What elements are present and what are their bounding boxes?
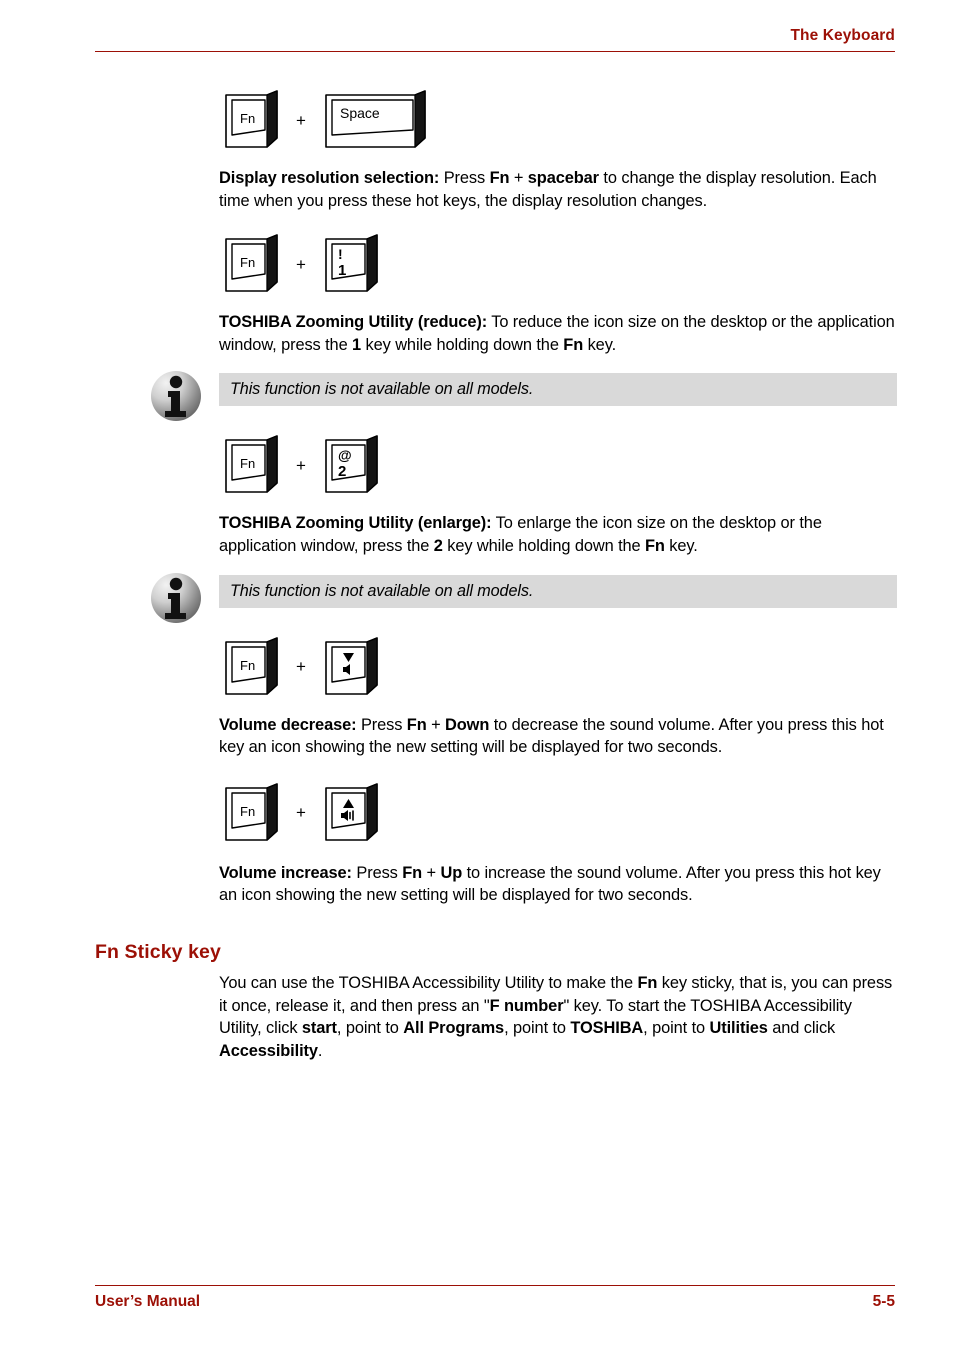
footer-page-number: 5-5 [872,1293,895,1310]
plus-separator: + [296,803,306,823]
svg-text:Fn: Fn [240,111,255,126]
key-fn-icon: Fn [225,435,278,494]
key-combo-zooming-reduce: Fn + ! 1 [95,228,895,302]
svg-text:!: ! [338,246,343,262]
key-volume-up-icon [325,782,378,841]
note-text: This function is not available on all mo… [230,380,534,399]
key-fn-icon: Fn [225,782,278,841]
key-fn-icon: Fn [225,234,278,292]
plus-separator: + [296,254,306,274]
svg-text:1: 1 [338,262,346,279]
key-fn-icon: Fn [225,90,278,148]
paragraph-volume-decrease: Volume decrease: Press Fn + Down to decr… [219,715,884,757]
info-icon [151,572,201,623]
key-combo-display-resolution: Fn + Space [95,84,895,158]
key-combo-volume-decrease: Fn + [95,631,895,705]
key-two-icon: @ 2 [325,435,378,494]
note-box: This function is not available on all mo… [219,373,897,407]
key-space-icon: Space [325,90,426,148]
note-box: This function is not available on all mo… [219,574,897,608]
key-one-icon: ! 1 [325,234,378,292]
svg-text:@: @ [338,447,352,463]
footer-manual-label: User’s Manual [95,1293,201,1310]
header-title: The Keyboard [790,27,895,44]
page-header: The Keyboard [95,26,895,52]
svg-text:Fn: Fn [240,658,255,673]
svg-text:Fn: Fn [240,804,255,819]
document-content: Fn + Space Display resolution selection:… [95,84,897,1062]
key-volume-down-icon [325,636,378,695]
key-combo-volume-increase: Fn + [95,775,895,853]
page-footer: User’s Manual 5-5 [95,1285,895,1311]
paragraph-zooming-reduce: TOSHIBA Zooming Utility (reduce): To red… [219,313,895,354]
document-page: The Keyboard Fn + Space Display resoluti… [0,0,954,1351]
plus-separator: + [296,110,306,130]
paragraph-volume-increase: Volume increase: Press Fn + Up to increa… [219,863,881,905]
svg-text:Space: Space [340,105,380,121]
info-icon [151,371,201,422]
paragraph-display-resolution: Display resolution selection: Press Fn +… [219,169,877,210]
key-fn-icon: Fn [225,636,278,695]
svg-text:Fn: Fn [240,255,255,270]
footer-divider [95,1285,895,1286]
svg-text:2: 2 [338,463,346,480]
section-heading-fn-sticky-key: Fn Sticky key [95,940,221,963]
plus-separator: + [296,455,306,475]
note-zooming-enlarge: This function is not available on all mo… [95,572,897,623]
note-zooming-reduce: This function is not available on all mo… [95,371,897,422]
note-text: This function is not available on all mo… [230,581,534,600]
paragraph-zooming-enlarge: TOSHIBA Zooming Utility (enlarge): To en… [219,514,822,555]
svg-text:Fn: Fn [240,456,255,471]
key-combo-zooming-enlarge: Fn + @ 2 [95,429,895,503]
header-divider [95,51,895,52]
plus-separator: + [296,657,306,677]
paragraph-fn-sticky-key: You can use the TOSHIBA Accessibility Ut… [219,973,893,1060]
